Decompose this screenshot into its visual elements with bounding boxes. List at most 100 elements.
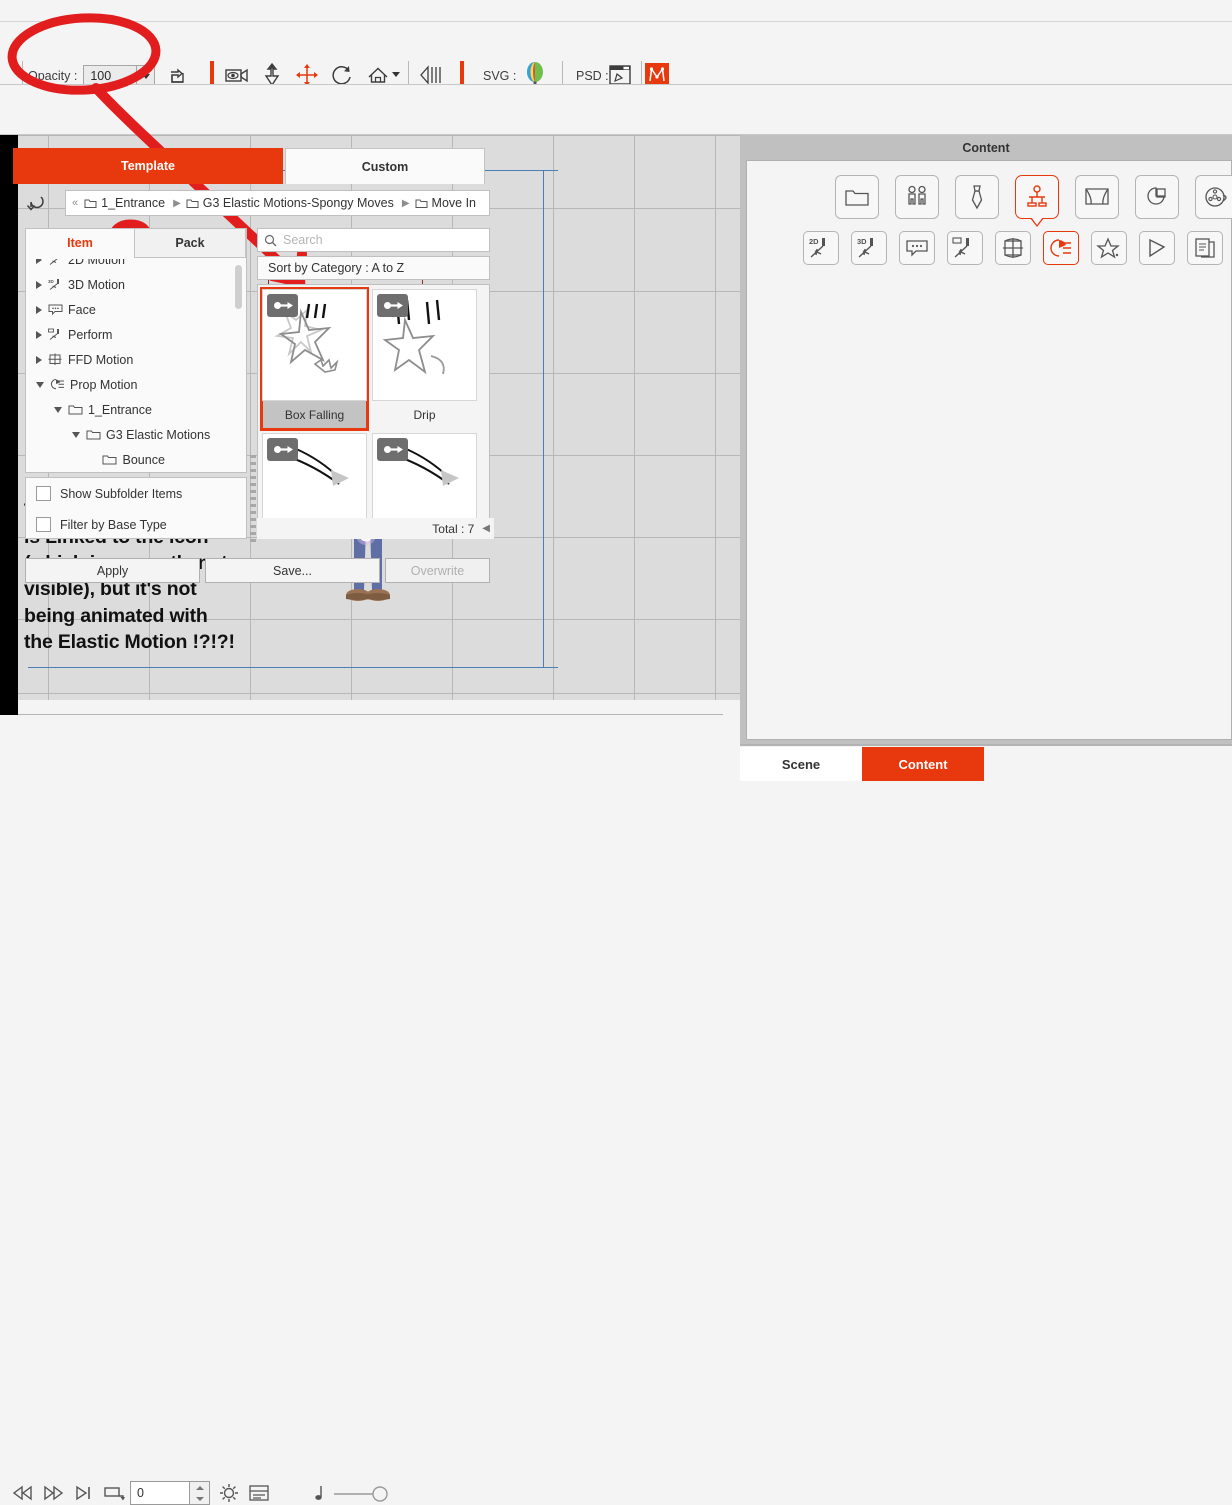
category-2d-motion-button[interactable]: 2D [803, 231, 839, 265]
twisty-open-icon[interactable] [54, 406, 62, 413]
tab-custom[interactable]: Custom [285, 148, 485, 184]
left-gutter [0, 135, 18, 715]
category-face-button[interactable] [899, 231, 935, 265]
option-filter-by-base-type[interactable]: Filter by Base Type [26, 509, 246, 540]
tree-item-2d-motion[interactable]: 2D 2D Motion [26, 259, 246, 272]
option-show-subfolder-items[interactable]: Show Subfolder Items [26, 478, 246, 509]
current-frame-input[interactable]: 0 [130, 1481, 190, 1505]
tree-list[interactable]: 2D 2D Motion 3D 3D Motion Face Perform [26, 259, 246, 472]
volume-slider-thumb[interactable] [372, 1486, 388, 1502]
folder-icon [845, 190, 869, 206]
tree-item-label: Prop Motion [70, 377, 138, 392]
tree-tab-pack[interactable]: Pack [134, 229, 246, 258]
category-prop-button[interactable] [1015, 175, 1059, 219]
save-button[interactable]: Save... [205, 558, 380, 583]
character-icon [908, 185, 926, 205]
tree-item-ffd-motion[interactable]: FFD Motion [26, 347, 246, 372]
tree-tab-item[interactable]: Item [26, 229, 134, 258]
tree-item-prop-motion[interactable]: Prop Motion [26, 372, 246, 397]
frame-stepper[interactable] [190, 1481, 210, 1505]
tree-item-face[interactable]: Face [26, 297, 246, 322]
category-ffd-motion-button[interactable] [995, 231, 1031, 265]
breadcrumb-item-0[interactable]: 1_Entrance [84, 196, 165, 210]
tree-item-3d-motion[interactable]: 3D 3D Motion [26, 272, 246, 297]
breadcrumb[interactable]: « 1_Entrance ▶ G3 Elastic Motions-Spongy… [65, 190, 490, 216]
svg-text:2D: 2D [809, 237, 819, 246]
double-left-chevron[interactable]: « [72, 197, 78, 209]
twisty-closed-icon[interactable] [36, 355, 42, 364]
shape-icon [1147, 187, 1166, 205]
twisty-closed-icon[interactable] [36, 280, 42, 289]
tree-item-g3-elastic-motions[interactable]: G3 Elastic Motions [26, 422, 246, 447]
category-shape-button[interactable] [1135, 175, 1179, 219]
play-forward-button[interactable] [40, 1481, 66, 1505]
folder-icon [85, 428, 101, 442]
ffd-motion-icon [47, 353, 63, 367]
photoshop-edit-icon [609, 65, 631, 85]
script-icon [1195, 238, 1215, 258]
gear-button[interactable] [216, 1481, 242, 1505]
rewind-to-start-icon [12, 1485, 32, 1501]
twisty-closed-icon[interactable] [36, 259, 42, 264]
category-cursor-button[interactable] [1139, 231, 1175, 265]
page-prev-icon[interactable]: ◀ [482, 523, 490, 534]
bottom-tab-scene[interactable]: Scene [740, 747, 862, 781]
breadcrumb-back-button[interactable] [25, 193, 47, 216]
tree-scrollbar-thumb[interactable] [235, 265, 242, 309]
spinner-down-button[interactable] [190, 1493, 209, 1504]
spinner-up-button[interactable] [190, 1482, 209, 1493]
category-effect-button[interactable] [1091, 231, 1127, 265]
category-scene-button[interactable] [1075, 175, 1119, 219]
category-3d-motion-button[interactable]: 3D [851, 231, 887, 265]
step-to-end-button[interactable] [72, 1481, 96, 1505]
search-input[interactable]: Search [257, 228, 490, 252]
option-label: Filter by Base Type [60, 517, 167, 532]
folder-icon [186, 199, 199, 208]
effect-star-icon [1096, 237, 1120, 259]
psd-label: PSD : [576, 69, 609, 83]
apply-button[interactable]: Apply [25, 558, 200, 583]
content-thumbnail-grid[interactable]: Box Falling Drip [257, 284, 490, 539]
category-costume-button[interactable] [955, 175, 999, 219]
category-prop-motion-button[interactable] [1043, 231, 1079, 265]
timeline-list-button[interactable] [247, 1482, 271, 1504]
category-media-button[interactable] [1195, 175, 1232, 219]
volume-slider[interactable] [332, 1483, 392, 1505]
twisty-closed-icon[interactable] [36, 330, 42, 339]
content-panel: Content [740, 135, 1232, 745]
search-icon [264, 234, 277, 246]
tree-item-1-entrance[interactable]: 1_Entrance [26, 397, 246, 422]
folder-icon [67, 403, 83, 417]
bottom-tab-content[interactable]: Content [862, 747, 984, 781]
panel-splitter[interactable] [250, 455, 256, 545]
loop-range-button[interactable] [101, 1481, 127, 1505]
sort-dropdown[interactable]: Sort by Category : A to Z [257, 256, 490, 280]
tree-item-bounce[interactable]: Bounce [26, 447, 246, 472]
prop-motion-icon [1050, 239, 1071, 257]
twisty-closed-icon[interactable] [36, 305, 42, 314]
category-perform-button[interactable] [947, 231, 983, 265]
category-folder-button[interactable] [835, 175, 879, 219]
rewind-to-start-button[interactable] [10, 1481, 36, 1505]
thumbnail-drip[interactable]: Drip [372, 289, 477, 429]
tree-item-perform[interactable]: Perform [26, 322, 246, 347]
folder-icon [415, 199, 428, 208]
category-character-button[interactable] [895, 175, 939, 219]
checkbox-filter-by-base-type[interactable] [36, 517, 51, 532]
total-count-label: Total : 7 [432, 521, 475, 536]
tree-item-label: 2D Motion [68, 259, 125, 267]
category-script-button[interactable] [1187, 231, 1223, 265]
thumbnail-box-falling[interactable]: Box Falling [260, 287, 369, 431]
thumbnail-image [372, 289, 477, 401]
grid-line [18, 135, 740, 136]
twisty-open-icon[interactable] [36, 381, 44, 388]
twisty-open-icon[interactable] [72, 431, 80, 438]
bottom-tab-bar: Scene Content [740, 747, 1232, 781]
step-to-end-icon [76, 1485, 90, 1501]
home-dropdown-button[interactable] [390, 68, 402, 80]
checkbox-show-subfolder-items[interactable] [36, 486, 51, 501]
tab-template[interactable]: Template [13, 148, 283, 184]
breadcrumb-item-1[interactable]: G3 Elastic Motions-Spongy Moves [186, 196, 394, 210]
breadcrumb-item-2[interactable]: Move In [415, 196, 476, 210]
toolbar-row-primary: Opacity : 100 SVG: PSD: [0, 22, 1232, 91]
